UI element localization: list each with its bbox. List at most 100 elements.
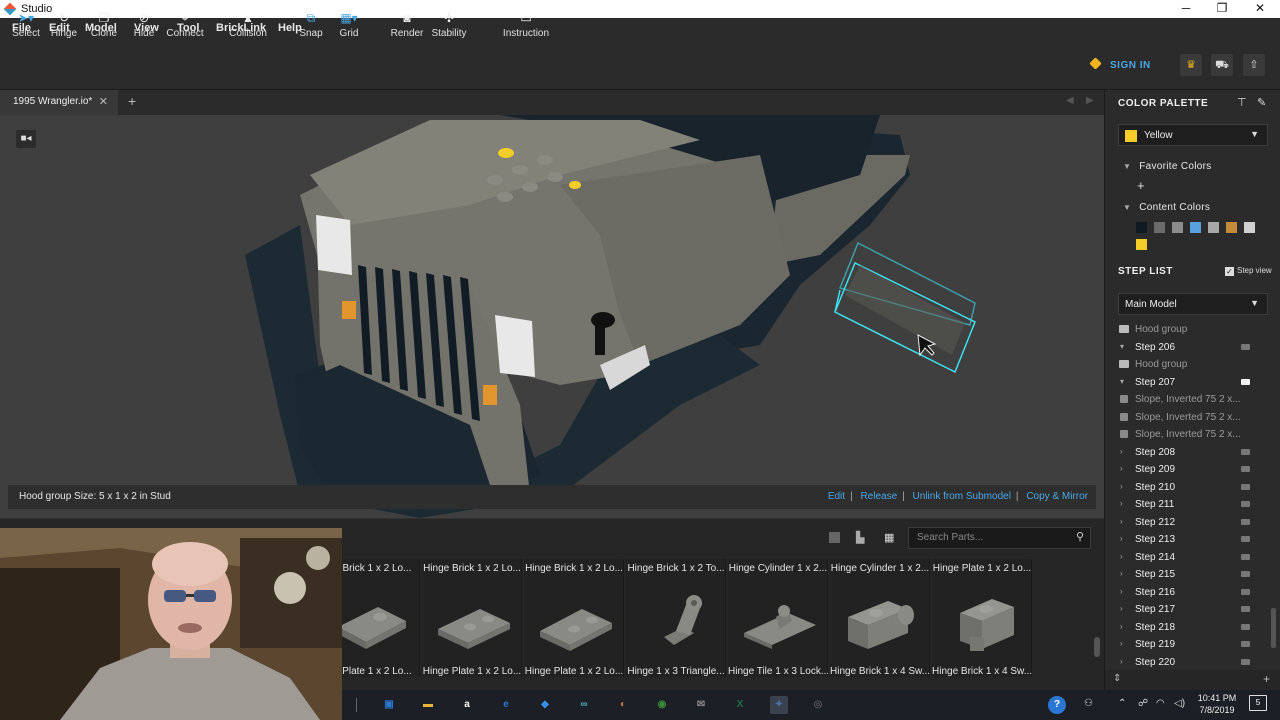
help-icon[interactable]: ? (1048, 696, 1066, 714)
volume-icon[interactable]: ◁) (1174, 698, 1185, 709)
release-link[interactable]: Release (860, 491, 897, 502)
chevron-down-icon[interactable]: ▾ (1120, 342, 1124, 351)
camera-view-button[interactable]: ■◂ (16, 130, 36, 148)
chevron-right-icon[interactable]: › (1120, 464, 1123, 473)
search-parts-input[interactable]: Search Parts... (908, 527, 1091, 549)
folder-icon[interactable]: ▬ (419, 696, 437, 714)
chevron-right-icon[interactable]: › (1120, 499, 1123, 508)
maximize-button[interactable]: ❐ (1204, 0, 1240, 18)
chrome-icon[interactable]: ◉ (653, 696, 671, 714)
edge-icon[interactable]: e (497, 696, 515, 714)
3d-viewport[interactable]: ■◂ Hood group Size: 5 x 1 x 2 in Stud Ed… (0, 115, 1104, 518)
copy-mirror-link[interactable]: Copy & Mirror (1026, 491, 1088, 502)
add-favorite-color-button[interactable]: + (1137, 178, 1145, 193)
content-colors-header[interactable]: ▼ Content Colors (1123, 202, 1210, 213)
part-row[interactable]: Slope, Inverted 75 2 x... (1105, 392, 1275, 409)
view-grid-icon[interactable]: ▦ (884, 531, 894, 544)
color-swatch[interactable] (1154, 222, 1165, 233)
step-row[interactable]: ▾ Step 206 (1105, 340, 1275, 357)
model-select[interactable]: Main Model ▼ (1118, 293, 1268, 315)
color-select[interactable]: Yellow ▼ (1118, 124, 1268, 146)
step-row[interactable]: › Step 218 (1105, 620, 1275, 637)
step-row[interactable]: ▾ Step 207 (1105, 375, 1275, 392)
chevron-right-icon[interactable]: › (1120, 587, 1123, 596)
mail-icon[interactable]: ✉ (692, 696, 710, 714)
tool-collision-button[interactable]: ▲ Collision (226, 10, 270, 46)
color-swatch[interactable] (1244, 222, 1255, 233)
part-row[interactable]: Slope, Inverted 75 2 x... (1105, 427, 1275, 444)
dropbox-icon[interactable]: ◆ (536, 696, 554, 714)
chevron-right-icon[interactable]: › (1120, 517, 1123, 526)
wifi-icon[interactable]: ◠ (1156, 698, 1165, 709)
step-camera-icon[interactable] (1241, 483, 1250, 490)
tool-clone-button[interactable]: ❐ Clone (86, 10, 122, 46)
people-icon[interactable]: ⚇ (1084, 698, 1093, 709)
paint-roller-icon[interactable]: ⊤ (1237, 96, 1247, 109)
edit-link[interactable]: Edit (828, 491, 845, 502)
minimize-button[interactable]: ─ (1168, 0, 1204, 18)
part-tile-5[interactable]: Hinge Cylinder 1 x 2... Hinge Tile 1 x 3… (728, 559, 828, 677)
color-swatch[interactable] (1136, 239, 1147, 250)
tab-next-icon[interactable]: ▶ (1086, 95, 1094, 106)
tray-chevron-icon[interactable]: ⌃ (1118, 698, 1126, 709)
excel-icon[interactable]: X (731, 696, 749, 714)
step-list-scrollbar[interactable] (1271, 608, 1276, 648)
tool-hide-button[interactable]: ⊘ Hide (126, 10, 162, 46)
unlink-submodel-link[interactable]: Unlink from Submodel (913, 491, 1011, 502)
chevron-right-icon[interactable]: › (1120, 569, 1123, 578)
part-tile-3[interactable]: Hinge Brick 1 x 2 Lo... Hinge Plate 1 x … (524, 559, 624, 677)
paint-icon[interactable]: ◐ (614, 696, 632, 714)
step-row[interactable]: › Step 212 (1105, 515, 1275, 532)
part-tile-7[interactable]: Hinge Plate 1 x 2 Lo... Hinge Brick 1 x … (932, 559, 1032, 677)
color-swatch[interactable] (1190, 222, 1201, 233)
chevron-right-icon[interactable]: › (1120, 622, 1123, 631)
step-row[interactable]: › Step 209 (1105, 462, 1275, 479)
step-camera-icon[interactable] (1241, 343, 1250, 350)
step-camera-icon[interactable] (1241, 658, 1250, 665)
chevron-right-icon[interactable]: › (1120, 604, 1123, 613)
studio-icon[interactable]: ✦ (770, 696, 788, 714)
chevron-right-icon[interactable]: › (1120, 534, 1123, 543)
tab-prev-icon[interactable]: ◀ (1066, 95, 1074, 106)
step-row[interactable]: › Step 213 (1105, 532, 1275, 549)
infinity-icon[interactable]: ∞ (575, 696, 593, 714)
sign-in-button[interactable]: SIGN IN (1089, 57, 1151, 72)
step-camera-icon[interactable] (1241, 518, 1250, 525)
chevron-down-icon[interactable]: ▾ (1120, 377, 1124, 386)
color-swatch[interactable] (1226, 222, 1237, 233)
favorite-colors-header[interactable]: ▼ Favorite Colors (1123, 161, 1212, 172)
step-row[interactable]: › Step 208 (1105, 445, 1275, 462)
part-tile-6[interactable]: Hinge Cylinder 1 x 2... Hinge Brick 1 x … (830, 559, 930, 677)
part-row[interactable]: Slope, Inverted 75 2 x... (1105, 410, 1275, 427)
pencil-icon[interactable]: ✎ (1257, 96, 1266, 109)
step-row[interactable]: › Step 211 (1105, 497, 1275, 514)
chevron-right-icon[interactable]: › (1120, 447, 1123, 456)
view-brick-icon[interactable]: ▙ (856, 531, 864, 544)
upload-icon[interactable]: ⇧ (1243, 54, 1265, 76)
tool-hinge-button[interactable]: ↻ Hinge (46, 10, 82, 46)
collapse-icon[interactable]: ⇕ (1113, 673, 1121, 684)
step-row[interactable]: › Step 215 (1105, 567, 1275, 584)
tool-grid-button[interactable]: ▦▾ Grid (334, 10, 364, 46)
step-camera-icon[interactable] (1241, 378, 1250, 385)
obs-icon[interactable]: ◎ (809, 696, 827, 714)
tool-connect-button[interactable]: ⌖ Connect (164, 10, 206, 46)
group-row[interactable]: Hood group (1105, 357, 1275, 374)
step-row[interactable]: › Step 216 (1105, 585, 1275, 602)
step-view-checkbox[interactable]: ✓ Step view (1225, 266, 1272, 276)
store-icon[interactable]: ▣ (380, 696, 398, 714)
tool-stability-button[interactable]: ✣ Stability (428, 10, 470, 46)
close-button[interactable]: ✕ (1242, 0, 1278, 18)
network-icon[interactable]: ☍ (1138, 698, 1148, 709)
tool-render-button[interactable]: ◙ Render (390, 10, 424, 46)
step-camera-icon[interactable] (1241, 641, 1250, 647)
step-row[interactable]: › Step 214 (1105, 550, 1275, 567)
step-row[interactable]: › Step 220 (1105, 655, 1275, 672)
chevron-right-icon[interactable]: › (1120, 552, 1123, 561)
chevron-right-icon[interactable]: › (1120, 639, 1123, 648)
step-row[interactable]: › Step 217 (1105, 602, 1275, 619)
tool-snap-button[interactable]: ⧉ Snap (296, 10, 326, 46)
search-icon[interactable]: ⚲ (1076, 530, 1084, 543)
tool-instruction-button[interactable]: ▭ Instruction (500, 10, 552, 46)
view-color-icon[interactable] (829, 532, 840, 543)
